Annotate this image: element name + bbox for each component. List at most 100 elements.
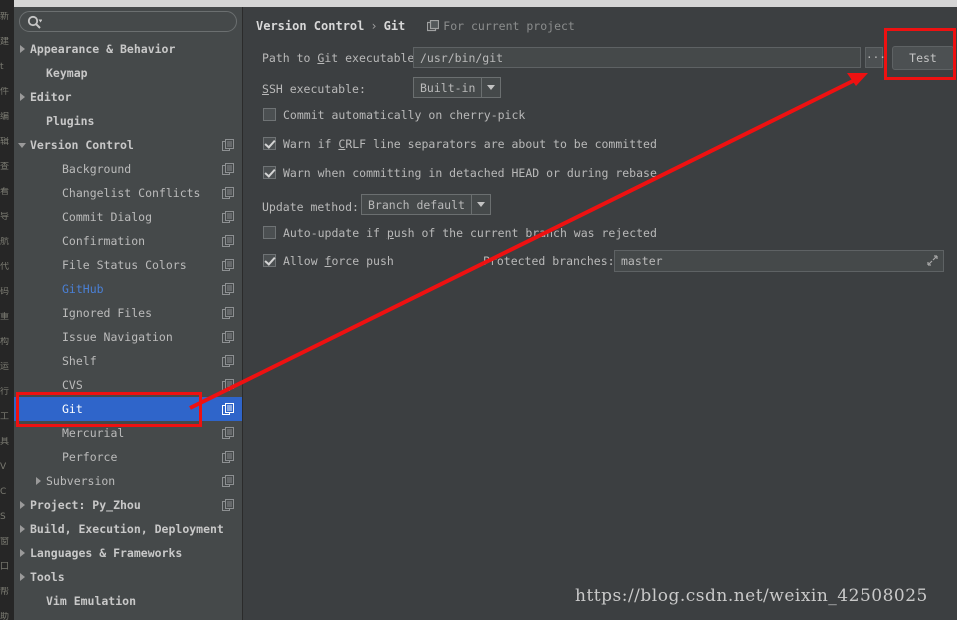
breadcrumb-parent[interactable]: Version Control (256, 19, 364, 33)
sidebar-item-version-control[interactable]: Version Control (14, 133, 242, 157)
protected-branches-input[interactable] (614, 250, 944, 272)
sidebar-item-perforce[interactable]: Perforce (14, 445, 242, 469)
checkbox-0[interactable] (263, 108, 276, 121)
copy-page-icon[interactable] (222, 379, 234, 391)
copy-page-icon[interactable] (222, 283, 234, 295)
git-settings-form: Path to Git executable: ... Test SSH exe… (248, 43, 957, 279)
sidebar-item-github[interactable]: GitHub (14, 277, 242, 301)
checkbox-2[interactable] (263, 166, 276, 179)
sidebar-item-subversion[interactable]: Subversion (14, 469, 242, 493)
sidebar-item-tools[interactable]: Tools (14, 565, 242, 589)
sidebar-item-editor[interactable]: Editor (14, 85, 242, 109)
sidebar-item-ignored-files[interactable]: Ignored Files (14, 301, 242, 325)
copy-page-icon[interactable] (222, 139, 234, 151)
background-text-fragment: 代 (0, 262, 10, 272)
sidebar-item-label: Keymap (46, 66, 88, 80)
sidebar-item-keymap[interactable]: Keymap (14, 61, 242, 85)
sidebar-item-confirmation[interactable]: Confirmation (14, 229, 242, 253)
background-text-fragment: 码 (0, 287, 10, 297)
copy-page-icon[interactable] (222, 499, 234, 511)
copy-page-icon[interactable] (222, 331, 234, 343)
allow-force-push-checkbox[interactable] (263, 254, 276, 267)
ssh-executable-row: SSH executable: Built-in (248, 73, 957, 104)
chevron-down-icon[interactable] (470, 195, 490, 214)
sidebar-item-vim-emulation[interactable]: Vim Emulation (14, 589, 242, 613)
ssh-executable-select[interactable]: Built-in (413, 77, 502, 98)
update-method-select[interactable]: Branch default (361, 194, 491, 215)
background-text-fragment: 件 (0, 87, 10, 97)
sidebar-item-label: Vim Emulation (46, 594, 137, 608)
chevron-right-icon[interactable] (18, 92, 28, 102)
copy-page-icon[interactable] (222, 403, 234, 415)
background-text-fragment: 建 (0, 37, 10, 47)
checkbox-1[interactable] (263, 137, 276, 150)
sidebar-item-mercurial[interactable]: Mercurial (14, 421, 242, 445)
background-text-fragment: 窗 (0, 537, 10, 547)
chevron-right-icon[interactable] (18, 548, 28, 558)
sidebar-item-git[interactable]: Git (14, 397, 242, 421)
sidebar-item-background[interactable]: Background (14, 157, 242, 181)
copy-page-icon[interactable] (222, 427, 234, 439)
git-path-browse-button[interactable]: ... (865, 47, 886, 68)
test-button[interactable]: Test (892, 46, 954, 70)
copy-page-icon[interactable] (222, 355, 234, 367)
checkbox-label-0: Commit automatically on cherry-pick (283, 108, 525, 122)
chevron-right-icon[interactable] (18, 500, 28, 510)
chevron-right-icon[interactable] (34, 476, 44, 486)
settings-dialog: 新建 t 件编辑查看导航代码重构运行工具 V C S 窗口帮助 Appearance & B… (0, 0, 957, 620)
sidebar-item-shelf[interactable]: Shelf (14, 349, 242, 373)
search-field-wrapper[interactable] (19, 11, 237, 32)
settings-sidebar: Appearance & Behavior Keymap Editor Plugins… (14, 7, 242, 620)
copy-page-icon[interactable] (222, 235, 234, 247)
sidebar-item-issue-navigation[interactable]: Issue Navigation (14, 325, 242, 349)
tree-arrow-placeholder (50, 404, 60, 414)
chevron-right-icon[interactable] (18, 572, 28, 582)
sidebar-item-label: Mercurial (62, 426, 125, 440)
search-box[interactable] (19, 11, 237, 32)
update-method-row: Update method: Branch default (248, 191, 957, 222)
protected-branches-field-wrapper[interactable] (614, 250, 944, 272)
copy-page-icon[interactable] (222, 163, 234, 175)
checkbox-label-post: RLF line separators are about to be comm… (345, 137, 657, 151)
chevron-down-icon[interactable] (18, 140, 28, 150)
chevron-right-icon[interactable] (18, 524, 28, 534)
sidebar-item-languages-frameworks[interactable]: Languages & Frameworks (14, 541, 242, 565)
tree-arrow-placeholder (50, 356, 60, 366)
copy-page-icon[interactable] (222, 451, 234, 463)
checkbox-row-1[interactable]: Warn if CRLF line separators are about t… (248, 133, 957, 162)
sidebar-item-file-status-colors[interactable]: File Status Colors (14, 253, 242, 277)
sidebar-item-label: Plugins (46, 114, 95, 128)
copy-page-icon[interactable] (222, 307, 234, 319)
auto-update-checkbox[interactable] (263, 226, 276, 239)
sidebar-item-project-py-zhou[interactable]: Project: Py_Zhou (14, 493, 242, 517)
copy-page-icon[interactable] (222, 211, 234, 223)
ssh-label-mnemonic: S (262, 81, 269, 96)
chevron-right-icon[interactable] (18, 44, 28, 54)
sidebar-item-appearance-behavior[interactable]: Appearance & Behavior (14, 37, 242, 61)
checkbox-row-2[interactable]: Warn when committing in detached HEAD or… (248, 162, 957, 191)
sidebar-item-cvs[interactable]: CVS (14, 373, 242, 397)
sidebar-item-label: Build, Execution, Deployment (30, 522, 224, 536)
copy-page-icon[interactable] (222, 187, 234, 199)
checkbox-label-pre: Commit automatically on cherry-pick (283, 108, 526, 122)
background-text-fragment: 编 (0, 112, 10, 122)
sidebar-item-plugins[interactable]: Plugins (14, 109, 242, 133)
copy-page-icon[interactable] (222, 475, 234, 487)
sidebar-item-commit-dialog[interactable]: Commit Dialog (14, 205, 242, 229)
background-text-fragment: 工 (0, 412, 10, 422)
sidebar-item-label: Languages & Frameworks (30, 546, 183, 560)
search-input[interactable] (50, 14, 230, 30)
git-path-input[interactable] (413, 47, 861, 68)
auto-update-row[interactable]: Auto-update if push of the current branc… (248, 222, 957, 249)
sidebar-item-changelist-conflicts[interactable]: Changelist Conflicts (14, 181, 242, 205)
checkbox-row-0[interactable]: Commit automatically on cherry-pick (248, 104, 957, 133)
background-text-fragment: 航 (0, 237, 10, 247)
chevron-down-icon[interactable] (481, 78, 500, 97)
copy-page-icon[interactable] (222, 259, 234, 271)
sidebar-item-build-execution-deployment[interactable]: Build, Execution, Deployment (14, 517, 242, 541)
expand-icon[interactable] (927, 255, 938, 266)
sidebar-item-label: CVS (62, 378, 83, 392)
project-scope-icon (427, 20, 440, 32)
sidebar-item-label: Background (62, 162, 132, 176)
background-text-fragment: 辑 (0, 137, 10, 147)
